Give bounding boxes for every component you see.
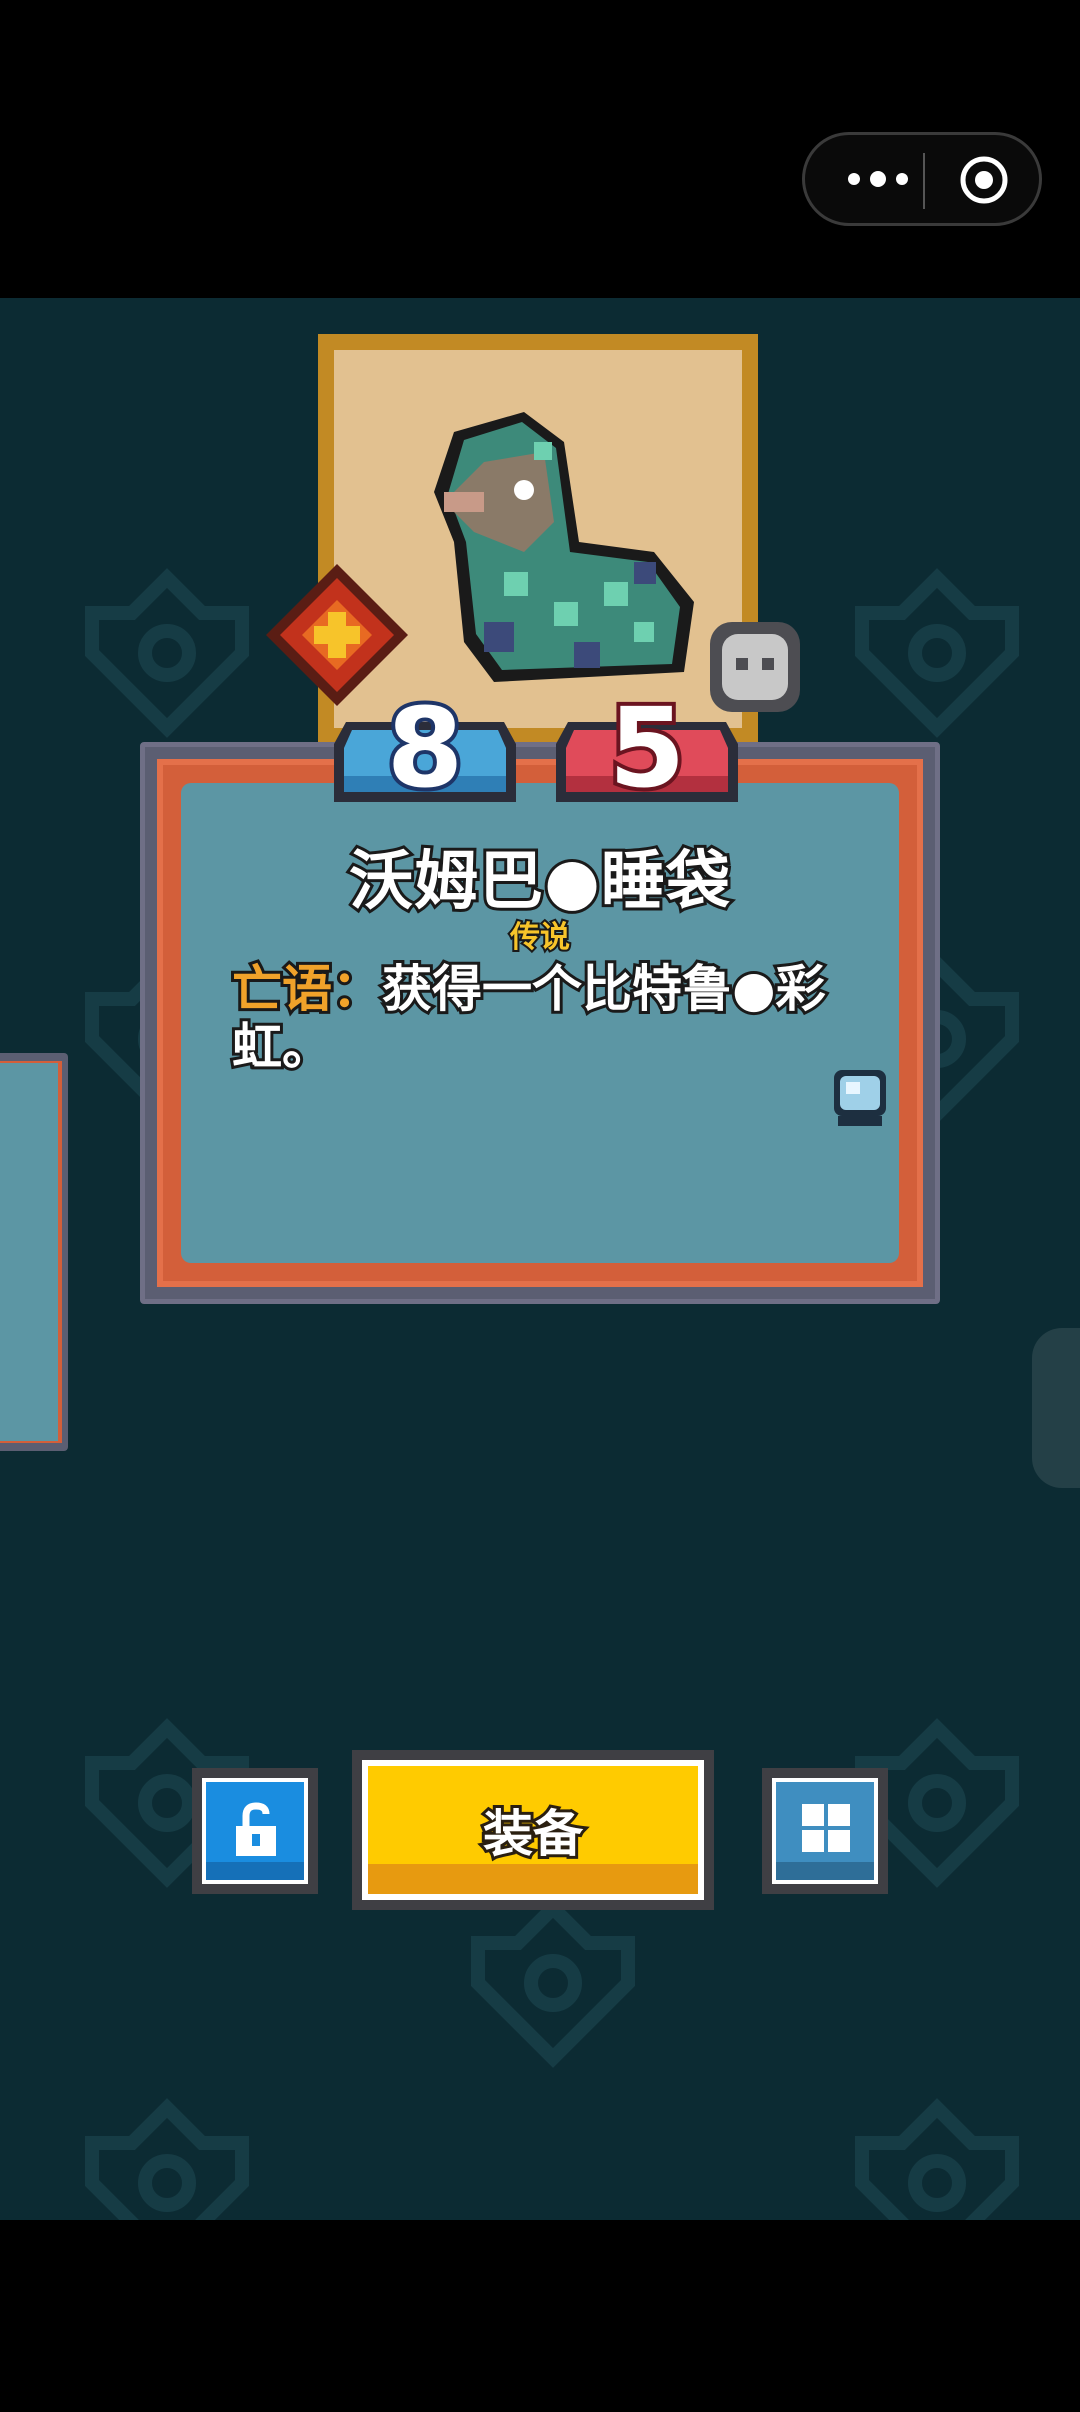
- attack-value: 8: [383, 684, 468, 812]
- card-name: 沃姆巴●睡袋: [346, 842, 733, 922]
- grid-icon: [802, 1804, 850, 1852]
- background-flower-icon: [85, 2098, 249, 2220]
- top-bar: [0, 0, 1080, 298]
- mini-program-capsule: [802, 132, 1042, 226]
- bottom-bar: [0, 2220, 1080, 2412]
- health-stat: 5: [552, 684, 742, 812]
- grid-button[interactable]: [762, 1768, 888, 1894]
- ability-keyword: 亡语：: [229, 957, 385, 1021]
- previous-card-peek[interactable]: [0, 1053, 68, 1451]
- background-flower-icon: [855, 2098, 1019, 2220]
- card-rarity: 传说: [508, 918, 572, 957]
- capsule-divider: [923, 153, 925, 209]
- health-value: 5: [605, 684, 690, 812]
- attack-stat: 8: [330, 684, 520, 812]
- sleeping-bag-creature-icon: [434, 412, 694, 682]
- card-description: 亡语：获得一个比特鲁●彩虹。: [229, 957, 852, 1079]
- background-flower-icon: [855, 568, 1019, 738]
- unlock-padlock-icon: [236, 1802, 276, 1856]
- more-dots-icon[interactable]: [833, 135, 923, 223]
- side-drawer-tab[interactable]: [1032, 1328, 1080, 1488]
- equip-button[interactable]: 装备: [352, 1750, 714, 1910]
- equip-label: 装备: [480, 1802, 586, 1866]
- background-flower-icon: [85, 568, 249, 738]
- background-flower-icon: [471, 1898, 635, 2068]
- lock-button[interactable]: [192, 1768, 318, 1894]
- target-circle-icon[interactable]: [959, 155, 1009, 205]
